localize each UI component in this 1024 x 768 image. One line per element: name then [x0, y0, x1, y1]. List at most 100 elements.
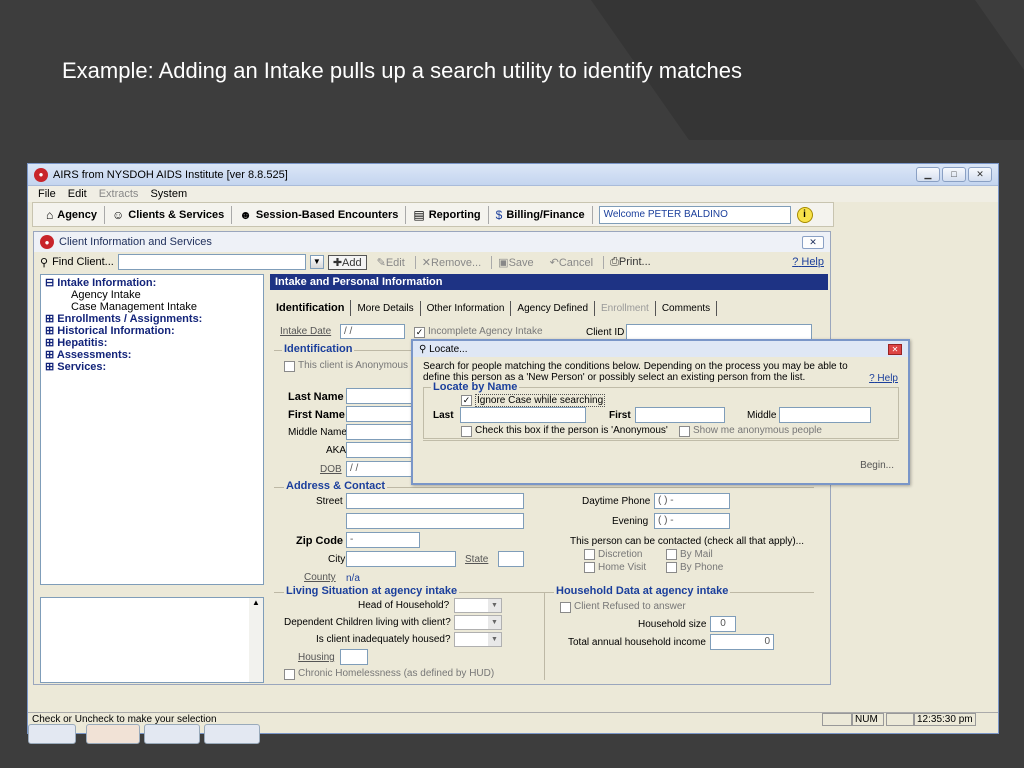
cancel-button[interactable]: ↶Cancel — [544, 256, 599, 269]
menu-file[interactable]: File — [38, 188, 56, 200]
close-icon[interactable]: ✕ — [802, 235, 824, 249]
tree-intake[interactable]: ⊟ Intake Information: — [45, 277, 259, 289]
tab-agency-defined[interactable]: Agency Defined — [511, 301, 596, 316]
save-button[interactable]: ▣Save — [491, 255, 539, 269]
anonymous-checkbox[interactable] — [284, 361, 295, 372]
tree-services[interactable]: ⊞ Services: — [45, 361, 259, 373]
housing-label: Housing — [298, 652, 335, 663]
client-window-title: Client Information and Services — [59, 236, 212, 248]
locate-last-input[interactable] — [460, 407, 586, 423]
household-size-input[interactable]: 0 — [710, 616, 736, 632]
tree-historical[interactable]: ⊞ Historical Information: — [45, 325, 259, 337]
form-tabs: Identification More Details Other Inform… — [270, 298, 828, 316]
add-button[interactable]: ✚Add — [327, 254, 367, 270]
taskbar-button[interactable] — [86, 724, 140, 744]
dob-input[interactable]: / / — [346, 461, 412, 477]
intake-date-label: Intake Date — [280, 326, 332, 337]
help-icon: ? — [869, 373, 875, 384]
close-icon[interactable]: ✕ — [888, 343, 902, 355]
undo-icon: ↶ — [549, 256, 559, 269]
scrollbar[interactable]: ▲ — [249, 598, 263, 682]
toolbar-reporting[interactable]: ▤ Reporting — [406, 205, 489, 224]
menu-edit[interactable]: Edit — [68, 188, 87, 200]
evening-phone-input[interactable]: ( ) - — [654, 513, 730, 529]
chevron-down-icon[interactable]: ▼ — [309, 255, 324, 269]
locate-middle-label: Middle — [747, 410, 777, 421]
print-button[interactable]: ⎙Print... — [603, 255, 657, 269]
begin-button[interactable]: Begin... — [860, 460, 894, 471]
intake-date-input[interactable]: / / — [340, 324, 405, 339]
menu-system[interactable]: System — [150, 188, 187, 200]
zip-code-input[interactable]: - — [346, 532, 420, 548]
tree-enrollments[interactable]: ⊞ Enrollments / Assignments: — [45, 313, 259, 325]
chronic-checkbox[interactable] — [284, 669, 295, 680]
ignore-case-checkbox[interactable]: ✓ — [461, 395, 472, 406]
locate-titlebar: ⚲ Locate... ✕ — [413, 341, 908, 357]
street-input[interactable] — [346, 493, 524, 509]
first-name-input[interactable] — [346, 406, 412, 422]
help-link[interactable]: ? Help — [792, 256, 824, 268]
home-visit-checkbox[interactable] — [584, 562, 595, 573]
taskbar-button[interactable] — [28, 724, 76, 744]
info-icon[interactable]: i — [796, 206, 813, 223]
tree-hepatitis[interactable]: ⊞ Hepatitis: — [45, 337, 259, 349]
remove-button[interactable]: ✕Remove... — [414, 255, 487, 269]
taskbar-button[interactable] — [204, 724, 260, 744]
toolbar-agency[interactable]: ⌂ Agency — [39, 205, 105, 224]
anonymous-label: This client is Anonymous — [298, 360, 409, 371]
state-input[interactable] — [498, 551, 524, 567]
by-phone-checkbox[interactable] — [666, 562, 677, 573]
tab-identification[interactable]: Identification — [270, 300, 352, 316]
county-value: n/a — [346, 573, 360, 584]
aka-input[interactable] — [346, 442, 412, 458]
tree-case-management[interactable]: Case Management Intake — [45, 301, 259, 313]
address-section-title: Address & Contact — [284, 480, 388, 492]
home-visit-label: Home Visit — [598, 562, 647, 573]
tree-assessments[interactable]: ⊞ Assessments: — [45, 349, 259, 361]
last-name-input[interactable] — [346, 388, 412, 404]
inadequately-housed-select[interactable]: ▼ — [454, 632, 502, 647]
minimize-icon[interactable]: ▁ — [916, 167, 940, 182]
tab-other-information[interactable]: Other Information — [421, 301, 512, 316]
household-section-title: Household Data at agency intake — [554, 585, 731, 597]
window-titlebar: ● AIRS from NYSDOH AIDS Institute [ver 8… — [28, 164, 998, 186]
group-icon: ☻ — [239, 207, 252, 222]
find-client-input[interactable] — [117, 254, 306, 270]
head-household-select[interactable]: ▼ — [454, 598, 502, 613]
anonymous-person-label: Check this box if the person is 'Anonymo… — [475, 425, 668, 436]
anonymous-person-checkbox[interactable] — [461, 426, 472, 437]
show-anonymous-checkbox[interactable] — [679, 426, 690, 437]
city-input[interactable] — [346, 551, 456, 567]
middle-name-label: Middle Name — [288, 427, 347, 438]
locate-middle-input[interactable] — [779, 407, 871, 423]
airs-logo-icon: ● — [40, 235, 54, 249]
taskbar-button[interactable] — [144, 724, 200, 744]
menu-extracts[interactable]: Extracts — [99, 188, 139, 200]
discretion-checkbox[interactable] — [584, 549, 595, 560]
refused-checkbox[interactable] — [560, 602, 571, 613]
toolbar-billing[interactable]: $ Billing/Finance — [489, 205, 593, 224]
edit-button[interactable]: ✎Edit — [371, 256, 411, 269]
dependent-children-select[interactable]: ▼ — [454, 615, 502, 630]
tab-comments[interactable]: Comments — [656, 301, 718, 316]
housing-input[interactable] — [340, 649, 368, 665]
total-income-input[interactable]: 0 — [710, 634, 774, 650]
locate-first-input[interactable] — [635, 407, 725, 423]
pencil-icon: ✎ — [376, 256, 386, 269]
tab-more-details[interactable]: More Details — [351, 301, 421, 316]
toolbar-clients-services[interactable]: ☺ Clients & Services — [105, 205, 233, 224]
by-mail-checkbox[interactable] — [666, 549, 677, 560]
notes-panel: ▲ — [40, 597, 264, 683]
tree-agency-intake[interactable]: Agency Intake — [45, 289, 259, 301]
locate-help-link[interactable]: ? Help — [869, 373, 898, 384]
middle-name-input[interactable] — [346, 424, 412, 440]
daytime-phone-input[interactable]: ( ) - — [654, 493, 730, 509]
toolbar-session-encounters[interactable]: ☻ Session-Based Encounters — [232, 205, 407, 224]
street2-input[interactable] — [346, 513, 524, 529]
airs-logo-icon: ● — [34, 167, 48, 182]
maximize-icon[interactable]: □ — [942, 167, 966, 182]
client-id-input[interactable] — [626, 324, 812, 340]
incomplete-checkbox[interactable]: ✓ — [414, 327, 425, 338]
close-icon[interactable]: ✕ — [968, 167, 992, 182]
tab-enrollment[interactable]: Enrollment — [595, 301, 656, 316]
